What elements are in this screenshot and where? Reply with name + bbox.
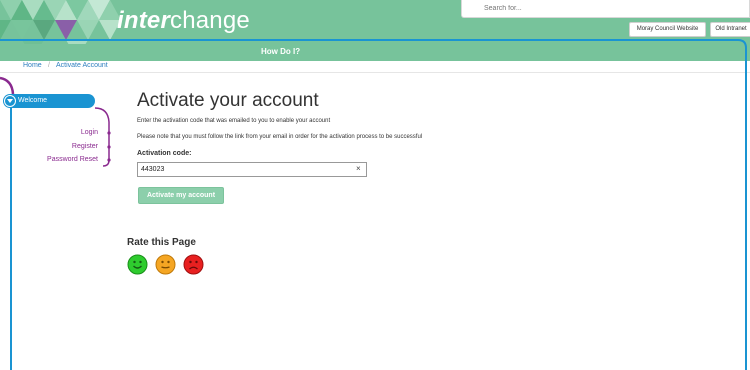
search-bar — [461, 0, 750, 18]
sidebar-link-password-reset[interactable]: Password Reset — [47, 156, 98, 163]
neutral-face-icon[interactable] — [155, 254, 176, 275]
breadcrumb: Home / Activate Account — [0, 61, 750, 73]
activation-code-label: Activation code: — [137, 150, 192, 157]
logo-text: change — [170, 7, 250, 34]
chevron-down-icon[interactable] — [4, 95, 16, 107]
logo-bold-text: inter — [117, 7, 171, 34]
sidebar-welcome-tab[interactable]: Welcome — [3, 94, 95, 108]
sidebar-link-register[interactable]: Register — [72, 143, 98, 150]
activate-account-button[interactable]: Activate my account — [138, 187, 224, 204]
clear-input-icon[interactable]: × — [356, 164, 361, 173]
search-input[interactable] — [484, 2, 744, 15]
activation-code-input[interactable] — [137, 162, 367, 177]
breadcrumb-current: Activate Account — [56, 62, 108, 69]
moray-council-website-button[interactable]: Moray Council Website — [629, 22, 706, 37]
breadcrumb-separator: / — [48, 62, 50, 69]
sidebar-link-login[interactable]: Login — [81, 129, 98, 136]
rate-page-heading: Rate this Page — [127, 237, 196, 248]
intro-text: Enter the activation code that was email… — [137, 118, 331, 124]
page-title: Activate your account — [137, 90, 319, 111]
nav-bar — [0, 44, 750, 61]
sad-face-icon[interactable] — [183, 254, 204, 275]
site-logo[interactable]: interchange — [117, 7, 250, 35]
how-do-i-menu[interactable]: How Do I? — [261, 47, 300, 56]
note-text: Please note that you must follow the lin… — [137, 134, 423, 140]
happy-face-icon[interactable] — [127, 254, 148, 275]
old-intranet-button[interactable]: Old Intranet — [710, 22, 750, 37]
breadcrumb-home-link[interactable]: Home — [23, 62, 42, 69]
